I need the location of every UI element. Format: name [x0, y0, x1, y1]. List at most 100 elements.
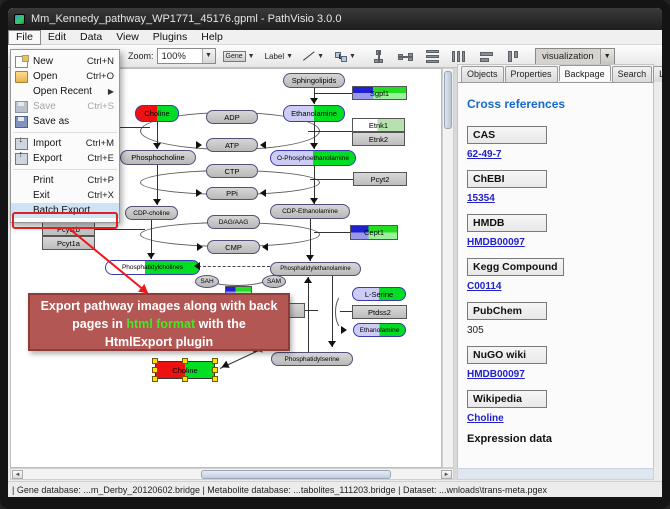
menubar-item-plugins[interactable]: Plugins [146, 30, 194, 45]
xref-link[interactable]: 15354 [467, 193, 644, 204]
menubar-item-help[interactable]: Help [194, 30, 230, 45]
xref-link[interactable]: HMDB00097 [467, 237, 644, 248]
tab-backpage[interactable]: Backpage [559, 65, 611, 81]
menubar-item-file[interactable]: File [8, 30, 41, 45]
xref-section-cas: CAS62-49-7 [467, 125, 644, 160]
chevron-down-icon[interactable]: ▼ [349, 53, 356, 60]
distribute-vertical-icon[interactable] [452, 50, 467, 63]
selection-handle[interactable] [152, 376, 158, 382]
node-sah[interactable]: SAH [195, 275, 219, 288]
node-sphingolipids[interactable]: Sphingolipids [283, 73, 345, 88]
scroll-left-icon[interactable]: ◄ [12, 470, 23, 479]
menu-item-import[interactable]: ImportCtrl+M [11, 136, 119, 151]
node-pcyt2[interactable]: Pcyt2 [353, 172, 407, 186]
node-cmp[interactable]: CMP [207, 240, 260, 254]
tab-properties[interactable]: Properties [505, 66, 558, 82]
common-width-icon[interactable] [479, 50, 494, 63]
zoom-combobox[interactable]: 100% ▼ [157, 48, 216, 64]
node-choline-top[interactable]: Choline [135, 105, 179, 122]
selection-handle[interactable] [212, 376, 218, 382]
menu-item-batch-export[interactable]: Batch Export [11, 203, 119, 218]
selection-handle[interactable] [182, 376, 188, 382]
line-tool-button[interactable]: ▼ [300, 47, 327, 65]
selection-handle[interactable] [152, 367, 158, 373]
selection-handle[interactable] [152, 358, 158, 364]
xref-link[interactable]: 62-49-7 [467, 149, 644, 160]
tab-objects[interactable]: Objects [461, 66, 504, 82]
node-ptdss2[interactable]: Ptdss2 [352, 305, 407, 319]
tab-legend[interactable]: Legend [653, 66, 662, 82]
chevron-down-icon[interactable]: ▼ [286, 53, 293, 60]
chevron-down-icon[interactable]: ▼ [600, 49, 614, 64]
menu-item-label: Print [33, 175, 87, 186]
selection-handle[interactable] [182, 358, 188, 364]
chevron-down-icon[interactable]: ▼ [248, 53, 255, 60]
visualization-combobox[interactable]: visualization ▼ [535, 48, 615, 65]
menu-item-save-as[interactable]: Save as [11, 114, 119, 129]
chevron-down-icon[interactable]: ▼ [317, 53, 324, 60]
scroll-right-icon[interactable]: ► [441, 470, 452, 479]
label-button[interactable]: Label ▼ [262, 47, 297, 65]
node-cept1[interactable]: Cept1 [350, 225, 398, 240]
arrowhead [260, 141, 266, 149]
menubar-item-data[interactable]: Data [73, 30, 109, 45]
align-center-icon[interactable] [371, 50, 386, 63]
chevron-down-icon[interactable]: ▼ [202, 49, 215, 63]
node-o-phosphoethanolamine[interactable]: O-Phosphoethanolamine [270, 150, 356, 166]
node-cdp-choline[interactable]: CDP-choline [125, 206, 178, 220]
gene-datanode-button[interactable]: Gene ▼ [220, 47, 258, 65]
node-l-serine[interactable]: L-Serine [352, 287, 406, 301]
menubar-item-edit[interactable]: Edit [41, 30, 73, 45]
node-ethanolamine-top[interactable]: Ethanolamine [283, 105, 345, 122]
arrowhead [310, 198, 318, 204]
vertical-scrollbar[interactable] [442, 68, 454, 468]
node-ethanolamine-bottom[interactable]: Ethanolamine [353, 323, 406, 337]
curved-connector [335, 294, 353, 330]
menu-item-exit[interactable]: ExitCtrl+X [11, 188, 119, 203]
align-middle-icon[interactable] [398, 50, 413, 63]
tab-search[interactable]: Search [612, 66, 653, 82]
menu-item-save[interactable]: SaveCtrl+S [11, 99, 119, 114]
xref-database-header: ChEBI [467, 170, 547, 188]
selection-handle[interactable] [212, 358, 218, 364]
scrollbar-thumb[interactable] [201, 470, 391, 479]
node-dag-aag[interactable]: DAG/AAG [207, 215, 260, 229]
xref-link[interactable]: HMDB00097 [467, 369, 644, 380]
menu-item-label: Open Recent [33, 86, 108, 97]
menu-item-open-recent[interactable]: Open Recent▶ [11, 84, 119, 99]
menu-item-new[interactable]: NewCtrl+N [11, 54, 119, 69]
menu-item-label: Import [33, 138, 86, 149]
node-etnk2[interactable]: Etnk2 [352, 132, 405, 146]
horizontal-scrollbar[interactable]: ◄ ► [10, 468, 454, 480]
connector-tool-button[interactable]: ▼ [331, 47, 359, 65]
node-atp[interactable]: ATP [206, 138, 258, 152]
export-icon [15, 153, 28, 165]
common-height-icon[interactable] [506, 50, 521, 63]
menu-item-open[interactable]: OpenCtrl+O [11, 69, 119, 84]
pathvisio-window: Mm_Kennedy_pathway_WP1771_45176.gpml - P… [8, 8, 662, 497]
node-sgpl1[interactable]: Sgpl1 [352, 86, 407, 100]
distribute-horizontal-icon[interactable] [425, 50, 440, 63]
connector [314, 93, 352, 94]
node-phosphocholine[interactable]: Phosphocholine [120, 150, 196, 165]
title-bar[interactable]: Mm_Kennedy_pathway_WP1771_45176.gpml - P… [8, 8, 662, 30]
menu-item-print[interactable]: PrintCtrl+P [11, 173, 119, 188]
menubar-item-view[interactable]: View [109, 30, 146, 45]
scrollbar-thumb[interactable] [444, 71, 452, 129]
save-icon [15, 101, 28, 113]
node-etnk1[interactable]: Etnk1 [352, 118, 405, 132]
menu-item-shortcut: Ctrl+X [87, 190, 114, 201]
node-cdp-ethanolamine[interactable]: CDP-Ethanolamine [270, 204, 350, 219]
node-ppi[interactable]: PPi [206, 187, 258, 200]
node-ctp[interactable]: CTP [206, 164, 258, 178]
zoom-value: 100% [158, 51, 202, 62]
menu-item-export[interactable]: ExportCtrl+E [11, 151, 119, 166]
node-adp[interactable]: ADP [206, 110, 258, 124]
node-phosphatidylserine[interactable]: Phosphatidylserine [271, 352, 353, 366]
arrowhead [310, 143, 318, 149]
xref-link[interactable]: C00114 [467, 281, 644, 292]
xref-link[interactable]: Choline [467, 413, 644, 424]
node-sam[interactable]: SAM [262, 275, 286, 288]
selection-handle[interactable] [212, 367, 218, 373]
node-phosphatidylethanolamine[interactable]: Phosphatidylethanolamine [270, 262, 361, 276]
